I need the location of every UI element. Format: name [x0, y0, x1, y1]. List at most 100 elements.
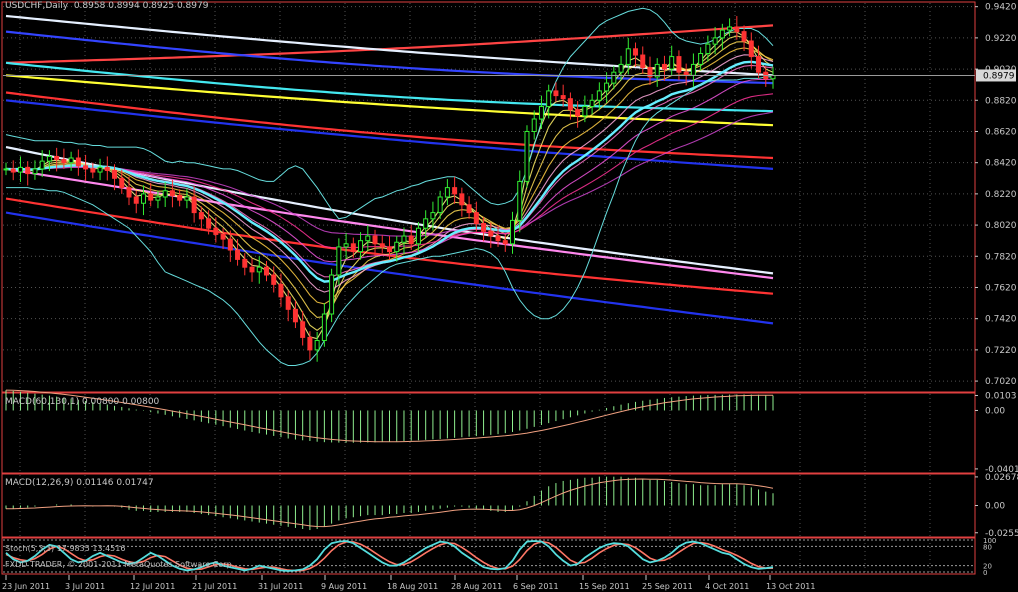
- candle-body-100: [727, 26, 733, 31]
- candle-body-17: [126, 187, 132, 198]
- candle-body-3: [25, 166, 31, 175]
- candle-body-60: [437, 196, 443, 214]
- candle-body-72: [524, 130, 530, 182]
- macd1-name: MACD(60,130,1): [5, 397, 80, 407]
- ohlc-low: 0.8925: [142, 1, 175, 11]
- candle-body-33: [242, 258, 248, 268]
- candle-body-103: [748, 40, 754, 58]
- candle-body-18: [133, 196, 139, 204]
- candle-body-9: [68, 157, 74, 164]
- candle-body-84: [611, 71, 617, 84]
- candle-body-104: [756, 56, 762, 73]
- candle-body-23: [169, 190, 175, 196]
- candle-body-62: [452, 187, 458, 195]
- stoch-axis-label-1: 80: [983, 543, 992, 551]
- candle-body-4: [32, 168, 38, 175]
- candle-body-32: [235, 249, 241, 260]
- date-label-6: 18 Aug 2011: [387, 582, 438, 591]
- candle-body-43: [314, 340, 320, 351]
- candle-body-2: [17, 166, 23, 173]
- candle-body-96: [698, 52, 704, 65]
- candle-body-66: [481, 223, 487, 232]
- macd2-title: MACD(12,26,9) 0.01146 0.01747: [5, 478, 154, 488]
- candle-body-68: [495, 235, 501, 242]
- candle-body-45: [329, 274, 335, 315]
- candle-body-42: [307, 336, 313, 351]
- macd2-axis-label-1: 0.00: [985, 502, 1005, 512]
- price-axis-label-7: 0.8420: [985, 159, 1017, 169]
- candle-body-92: [669, 56, 675, 70]
- candle-body-36: [263, 266, 269, 276]
- candle-body-59: [430, 212, 436, 220]
- ohlc-open: 0.8958: [73, 1, 106, 11]
- copyright-text: FXDD TRADER, © 2001-2011 MetaQuotes Soft…: [5, 560, 235, 569]
- candle-body-99: [719, 29, 725, 39]
- date-label-7: 28 Aug 2011: [451, 582, 502, 591]
- price-axis-label-5: 0.8020: [985, 221, 1017, 231]
- candle-body-91: [661, 63, 667, 70]
- candle-body-27: [198, 212, 204, 220]
- candle-body-7: [54, 155, 60, 161]
- candle-body-52: [379, 243, 385, 248]
- price-axis-label-9: 0.8820: [985, 96, 1017, 106]
- candle-body-10: [75, 157, 81, 167]
- candle-body-19: [140, 193, 146, 204]
- candle-body-76: [553, 90, 559, 97]
- candle-body-78: [567, 98, 573, 111]
- candle-body-14: [104, 166, 110, 171]
- date-label-9: 15 Sep 2011: [579, 582, 630, 591]
- price-axis-label-0: 0.7020: [985, 377, 1017, 387]
- date-label-11: 4 Oct 2011: [705, 582, 749, 591]
- current-price-label: 0.8979: [983, 71, 1015, 81]
- candle-body-65: [473, 212, 479, 225]
- date-label-5: 9 Aug 2011: [321, 582, 367, 591]
- date-label-10: 25 Sep 2011: [642, 582, 693, 591]
- candle-body-0: [3, 168, 9, 171]
- date-label-2: 12 Jul 2011: [130, 582, 175, 591]
- macd1-title: MACD(60,130,1) 0.00800 0.00800: [5, 397, 159, 407]
- candle-body-86: [625, 48, 631, 65]
- macd2-axis-label-0: 0.02678: [985, 473, 1018, 483]
- candle-body-21: [155, 196, 161, 201]
- candle-body-35: [256, 266, 262, 273]
- date-label-12: 13 Oct 2011: [766, 582, 815, 591]
- price-axis-label-1: 0.7220: [985, 346, 1017, 356]
- candle-body-25: [184, 196, 190, 201]
- candle-body-16: [119, 177, 125, 189]
- macd2-signal-value: 0.01747: [116, 478, 154, 488]
- candle-body-79: [575, 109, 581, 117]
- ohlc-close: 0.8979: [176, 1, 209, 11]
- candle-body-77: [560, 95, 566, 100]
- candle-body-38: [278, 283, 284, 298]
- candle-body-48: [350, 243, 356, 253]
- candle-body-12: [90, 168, 96, 173]
- price-axis-label-2: 0.7420: [985, 315, 1017, 325]
- price-axis-label-11: 0.9220: [985, 34, 1017, 44]
- price-axis-label-8: 0.8620: [985, 127, 1017, 137]
- candle-body-51: [372, 235, 378, 245]
- candle-body-97: [705, 43, 711, 54]
- candle-body-1: [10, 168, 16, 173]
- candle-body-85: [618, 63, 624, 73]
- date-label-4: 31 Jul 2011: [258, 582, 303, 591]
- candle-body-95: [690, 63, 696, 76]
- ohlc-high: 0.8994: [108, 1, 140, 11]
- candle-body-47: [343, 243, 349, 248]
- candle-body-80: [582, 106, 588, 117]
- stoch-axis-label-3: 0: [983, 569, 987, 577]
- candle-body-81: [589, 99, 595, 108]
- macd1-axis-label-0: 0.0103: [985, 391, 1017, 401]
- candle-body-75: [546, 90, 552, 108]
- candle-body-88: [640, 54, 646, 69]
- candle-body-41: [300, 321, 306, 338]
- candle-body-34: [249, 266, 255, 273]
- price-axis-label-3: 0.7620: [985, 283, 1017, 293]
- candle-body-37: [271, 274, 277, 285]
- candle-body-53: [387, 246, 392, 253]
- candle-body-6: [46, 155, 52, 162]
- candle-body-28: [206, 218, 212, 229]
- date-label-8: 6 Sep 2011: [513, 582, 559, 591]
- macd1-axis-label-1: 0.00: [985, 406, 1005, 416]
- candle-body-82: [596, 90, 602, 101]
- candle-body-31: [227, 238, 233, 251]
